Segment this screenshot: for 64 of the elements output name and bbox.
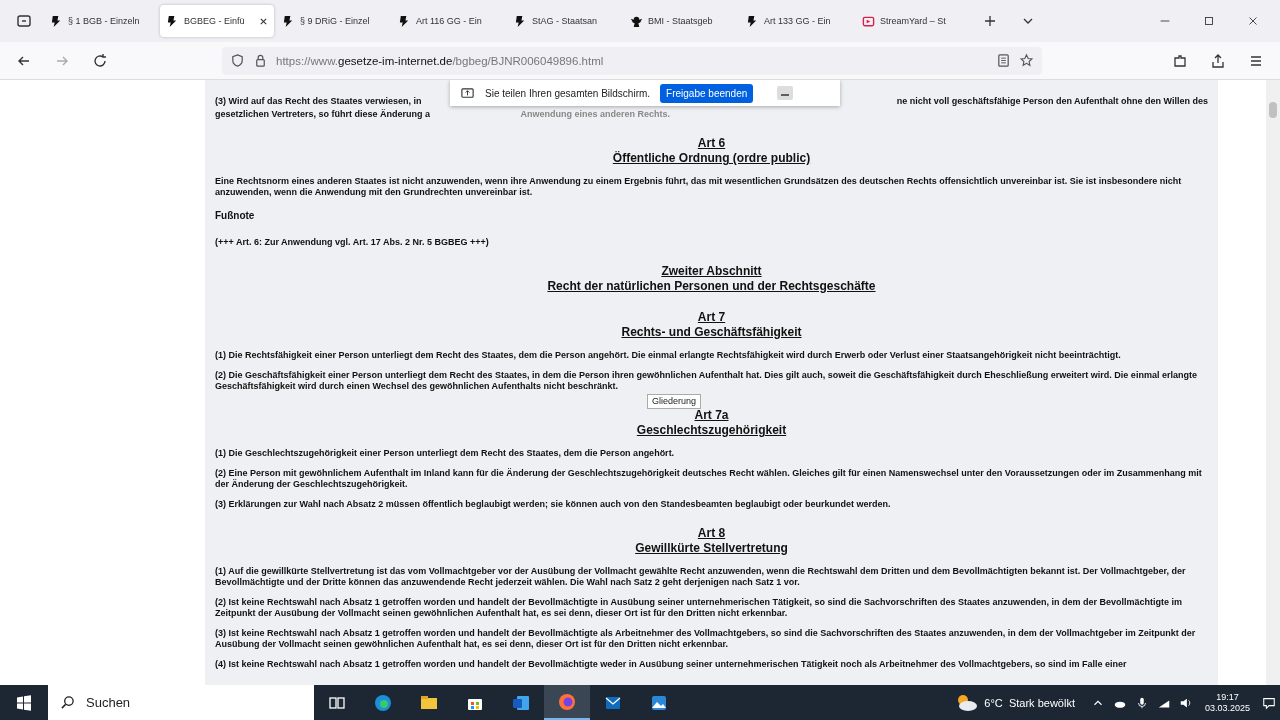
weather-text[interactable]: 6°C Stark bewölkt (984, 696, 1075, 709)
share-icon[interactable] (1210, 52, 1226, 69)
star-icon[interactable] (1019, 53, 1034, 68)
law-paragraph: (1) Die Rechtsfähigkeit einer Person unterliegt dem Recht des Staates, dem die Person angehört. Die einmal erlangte Rechtsfähigkeit wird durch Erwerb oder Verlust einer Staatsangehörigkeit nicht beeinträchtigt. (215, 350, 1122, 361)
eagle-icon (630, 14, 643, 28)
law-text: Anwendung eines anderen Rechts. (520, 109, 670, 120)
extension-icon[interactable] (1172, 52, 1188, 69)
screen-share-icon (460, 85, 475, 101)
browser-tab[interactable]: StAG - Staatsan (508, 5, 622, 37)
browser-tab[interactable]: Art 133 GG - Ein (740, 5, 854, 37)
section-heading: Geschlechtszugehörigkeit (636, 423, 787, 438)
minimize-icon[interactable] (777, 86, 794, 100)
address-bar[interactable]: https://www.gesetze-im-internet.de/bgbeg/BJNR006049896.html (222, 46, 1042, 75)
section-heading: Öffentliche Ordnung (ordre public) (612, 151, 811, 166)
law-paragraph: (1) Auf die gewillkürte Stellvertretung ist das vom Vollmachtgeber vor der Ausübung der Vollmacht gewählte Recht anzuwenden, wenn die Rechtswahl dem Dritten und dem Bevollmächtigten bekannt ist. Der Vollmachtgeber, der Bevollmächtigte und der Dritte können das anzuwendende Recht jederzeit wählen. Die Wahl nach Satz 2 geht derjenigen nach Satz 1 vor. (215, 566, 1187, 588)
search-field[interactable]: Suchen (48, 685, 314, 720)
scroll-thumb[interactable] (1269, 102, 1277, 118)
law-paragraph: Eine Rechtsnorm eines anderen Staates ist nicht anzuwenden, wenn ihre Anwendung zu einem Ergebnis führt, das mit wesentlichen Grundsätzen des deutschen Rechts offensichtlich unvereinbar ist. Sie ist insbesondere nicht anzuwenden, wenn die Anwendung mit den Grundrechten unvereinbar ist. (215, 176, 1183, 198)
scrollbar[interactable] (1266, 80, 1280, 685)
law-paragraph: (3) Erklärungen zur Wahl nach Absatz 2 müssen öffentlich beglaubigt werden; sie können auch von den Standesbeamten beglaubigt oder beurkundet werden. (215, 499, 892, 510)
tooltip: Gliederung (647, 394, 702, 409)
browser-tab[interactable]: BMI - Staatsgeb (624, 5, 738, 37)
shield-icon[interactable] (230, 53, 245, 68)
law-text: ne nicht voll geschäftsfähige Person den Aufenthalt ohne den Willen des (896, 96, 1208, 107)
search-icon (60, 695, 75, 710)
section-heading: Zweiter Abschnitt (661, 264, 762, 279)
url-text: https://www.gesetze-im-internet.de/bgbeg/BJNR006049896.html (276, 54, 604, 67)
stop-sharing-button[interactable]: Freigabe beenden (660, 83, 754, 103)
law-paragraph: (4) Ist keine Rechtswahl nach Absatz 1 getroffen worden und handelt der Bevollmächtigte weder in Ausübung seiner unternehmerischen Tätigkeit noch als Arbeitnehmer des Vollmachtgebers, so sind im Falle einer (215, 659, 1128, 670)
section-heading: Gewillkürte Stellvertretung (635, 541, 788, 556)
lock-icon[interactable] (253, 53, 268, 68)
reload-icon[interactable] (92, 52, 108, 69)
section-heading: Rechts- und Geschäftsfähigkeit (621, 325, 802, 340)
new-tab-icon[interactable] (982, 13, 998, 29)
browser-tab[interactable]: Art 116 GG - Ein (392, 5, 506, 37)
law-paragraph: (3) Ist keine Rechtswahl nach Absatz 1 getroffen worden und handelt der Bevollmächtigte als Arbeitnehmer des Vollmachtgebers, so sind die Sachvorschriften des Staates anzuwenden, in dem der Vollmachtgeber im Zeitpunkt der Ausübung der Vollmacht seinen gewöhnlichen Aufenthalt hat, es sei denn, dieser Ort ist für den Dritten nicht erkennbar. (215, 628, 1197, 650)
notification-icon[interactable] (1262, 695, 1276, 710)
clock-date[interactable]: 03.03.2025 (1204, 702, 1250, 714)
clock-time[interactable]: 19:17 (1216, 691, 1239, 703)
close-icon[interactable] (259, 16, 268, 26)
browser-tab[interactable]: § 1 BGB - Einzeln (44, 5, 158, 37)
law-paragraph: (+++ Art. 6: Zur Anwendung vgl. Art. 17 Abs. 2 Nr. 5 BGBEG +++) (215, 237, 490, 248)
law-paragraph: (2) Eine Person mit gewöhnlichem Aufenthalt im Inland kann für die Änderung der Geschlechtszugehörigkeit deutsches Recht wählen. Gleiches gilt für einen Namenswechsel unter den Voraussetzungen oder im Zusammenhang mit der Änderung der Geschlechtszugehörigkeit. (215, 468, 1203, 490)
section-heading: Art 6 (697, 136, 726, 151)
tab-overview-icon[interactable] (16, 13, 32, 29)
firefox-icon (557, 691, 577, 712)
section-heading: Art 7a (694, 408, 729, 423)
section-heading: Art 7 (697, 310, 726, 325)
browser-icon (373, 692, 393, 713)
law-paragraph: (1) Die Geschlechtszugehörigkeit einer Person unterliegt dem Recht des Staates, dem die Person angehört. (215, 448, 676, 459)
sharing-message: Sie teilen Ihren gesamten Bildschirm. (485, 87, 651, 99)
section-heading: Art 8 (697, 526, 726, 541)
windows-icon[interactable] (16, 694, 32, 711)
browser-tab[interactable]: StreamYard – St (856, 5, 970, 37)
footnote-label: Fußnote (215, 210, 256, 221)
reader-view-icon[interactable] (996, 53, 1011, 68)
maximize-icon[interactable] (1202, 14, 1216, 28)
browser-tab[interactable]: § 9 DRiG - Einzel (276, 5, 390, 37)
law-paragraph: (2) Ist keine Rechtswahl nach Absatz 1 getroffen worden und handelt der Bevollmächtigte in Ausübung seiner unternehmerischen Tätigkeit, so sind die Sachvorschriften des Staates anzuwenden, in dem der Bevollmächtigte im Zeitpunkt der Ausübung der Vollmacht seinen gewöhnlichen Aufenthalt hat, es sei denn, dieser Ort ist für den Dritten nicht erkennbar. (215, 597, 1184, 619)
section-heading: Recht der natürlichen Personen und der Rechtsgeschäfte (547, 279, 876, 294)
browser-tab[interactable]: BGBEG - Einfü (160, 5, 274, 37)
stream-icon (862, 14, 875, 28)
law-text: gesetzlichen Vertreters, so führt diese Änderung a (215, 109, 431, 120)
law-text: (3) Wird auf das Recht des Staates verwiesen, in (215, 96, 422, 107)
